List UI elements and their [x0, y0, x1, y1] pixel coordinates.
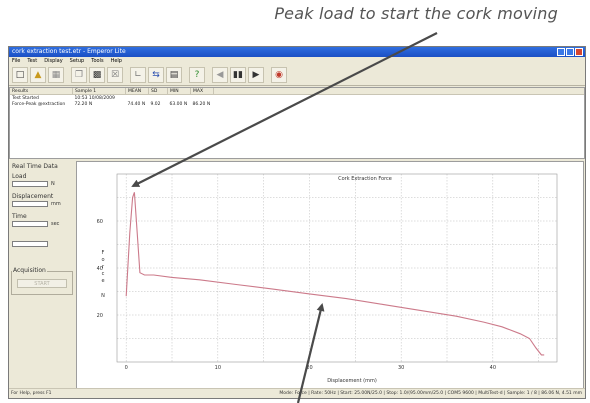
- open-icon[interactable]: ▲: [30, 67, 46, 83]
- chart-icon[interactable]: ∟: [130, 67, 146, 83]
- close-button[interactable]: [575, 48, 583, 56]
- x-tick-labels: 0 10 20 30 40: [125, 365, 496, 371]
- menu-file[interactable]: File: [12, 57, 20, 65]
- minimize-button[interactable]: [557, 48, 565, 56]
- window-controls: [557, 48, 583, 56]
- time-field: [12, 221, 48, 227]
- y-label-char: c: [102, 271, 105, 277]
- table-cell: 9.02: [150, 101, 161, 107]
- time-label: Time: [12, 213, 27, 220]
- maximize-button[interactable]: [566, 48, 574, 56]
- title-bar: cork extraction test.etr - Emperor Lite: [9, 47, 585, 57]
- export-icon[interactable]: ☒: [107, 67, 123, 83]
- menu-test[interactable]: Test: [27, 57, 37, 65]
- chart-panel: 0 10 20 30 40 20 40 60 Cork Extraction Force D…: [76, 161, 584, 389]
- y-label-char: e: [101, 278, 104, 284]
- y-label-char: o: [101, 257, 104, 263]
- start-button[interactable]: START: [17, 279, 67, 288]
- status-bar: For Help, press F1 Mode: Force | Rate: 5…: [9, 388, 585, 398]
- play-icon[interactable]: ▶: [248, 67, 264, 83]
- panel-title: Real Time Data: [12, 163, 58, 170]
- menu-tools[interactable]: Tools: [91, 57, 103, 65]
- y-label-char: r: [102, 264, 105, 270]
- print-icon[interactable]: ▩: [89, 67, 105, 83]
- y-tick-label: 20: [97, 313, 103, 319]
- x-tick-label: 30: [398, 365, 404, 371]
- displacement-unit: mm: [51, 201, 61, 207]
- displacement-label: Displacement: [12, 193, 54, 200]
- new-icon[interactable]: □: [12, 67, 28, 83]
- table-row[interactable]: Force-Peak @extraction 72.20 N 74.40 N 9…: [10, 101, 584, 107]
- x-tick-label: 0: [125, 365, 128, 371]
- app-window: cork extraction test.etr - Emperor Lite …: [8, 46, 586, 399]
- table-cell: Force-Peak @extraction: [12, 101, 66, 107]
- menu-help[interactable]: Help: [111, 57, 122, 65]
- annotation-peak-load: Peak load to start the cork moving: [274, 4, 558, 23]
- time-unit: sec: [51, 221, 60, 227]
- acquisition-label: Acquisition: [12, 267, 47, 274]
- toolbar: □ ▲ ▦ ❐ ▩ ☒ ∟ ⇆ ▤ ? ◀ ▮▮ ▶ ◉: [9, 65, 585, 86]
- x-axis-label: Displacement (mm): [327, 378, 377, 384]
- y-label-char: F: [102, 250, 105, 256]
- table-cell: 74.40 N: [127, 101, 146, 107]
- menu-display[interactable]: Display: [44, 57, 62, 65]
- menu-setup[interactable]: Setup: [70, 57, 85, 65]
- zero-icon[interactable]: ⇆: [148, 67, 164, 83]
- table-cell: 72.20 N: [74, 101, 93, 107]
- results-table: Results Sample 1 MEAN SD MIN MAX Test St…: [9, 87, 585, 159]
- help-icon[interactable]: ?: [189, 67, 205, 83]
- chart-title: Cork Extraction Force: [338, 176, 392, 182]
- y-label-char: N: [101, 293, 105, 299]
- window-title: cork extraction test.etr - Emperor Lite: [12, 48, 126, 55]
- series-line: [125, 192, 545, 356]
- stop-icon[interactable]: ◉: [271, 67, 287, 83]
- load-label: Load: [12, 173, 27, 180]
- table-cell: 63.00 N: [169, 101, 188, 107]
- chart-grid: [117, 174, 557, 362]
- back-icon[interactable]: ◀: [212, 67, 228, 83]
- save-icon[interactable]: ▦: [48, 67, 64, 83]
- extra-field: [12, 241, 48, 247]
- load-unit: N: [51, 181, 55, 187]
- x-tick-label: 40: [490, 365, 496, 371]
- menu-bar: File Test Display Setup Tools Help: [9, 57, 585, 65]
- report-icon[interactable]: ▤: [166, 67, 182, 83]
- real-time-data-panel: Real Time Data Load N Displacement mm Ti…: [9, 161, 75, 389]
- status-help-text: For Help, press F1: [11, 391, 52, 396]
- force-displacement-chart[interactable]: 0 10 20 30 40 20 40 60 Cork Extraction Force D…: [77, 162, 585, 390]
- displacement-field: [12, 201, 48, 207]
- x-tick-label: 20: [306, 365, 312, 371]
- y-tick-label: 60: [97, 219, 103, 225]
- pause-icon[interactable]: ▮▮: [230, 67, 246, 83]
- y-axis-label: Force N: [101, 250, 105, 299]
- load-field: [12, 181, 48, 187]
- x-tick-label: 10: [215, 365, 221, 371]
- status-details: Mode: Force | Rate: 50Hz | Start: 25.00N…: [279, 391, 582, 396]
- copy-icon[interactable]: ❐: [71, 67, 87, 83]
- table-cell: 86.20 N: [192, 101, 211, 107]
